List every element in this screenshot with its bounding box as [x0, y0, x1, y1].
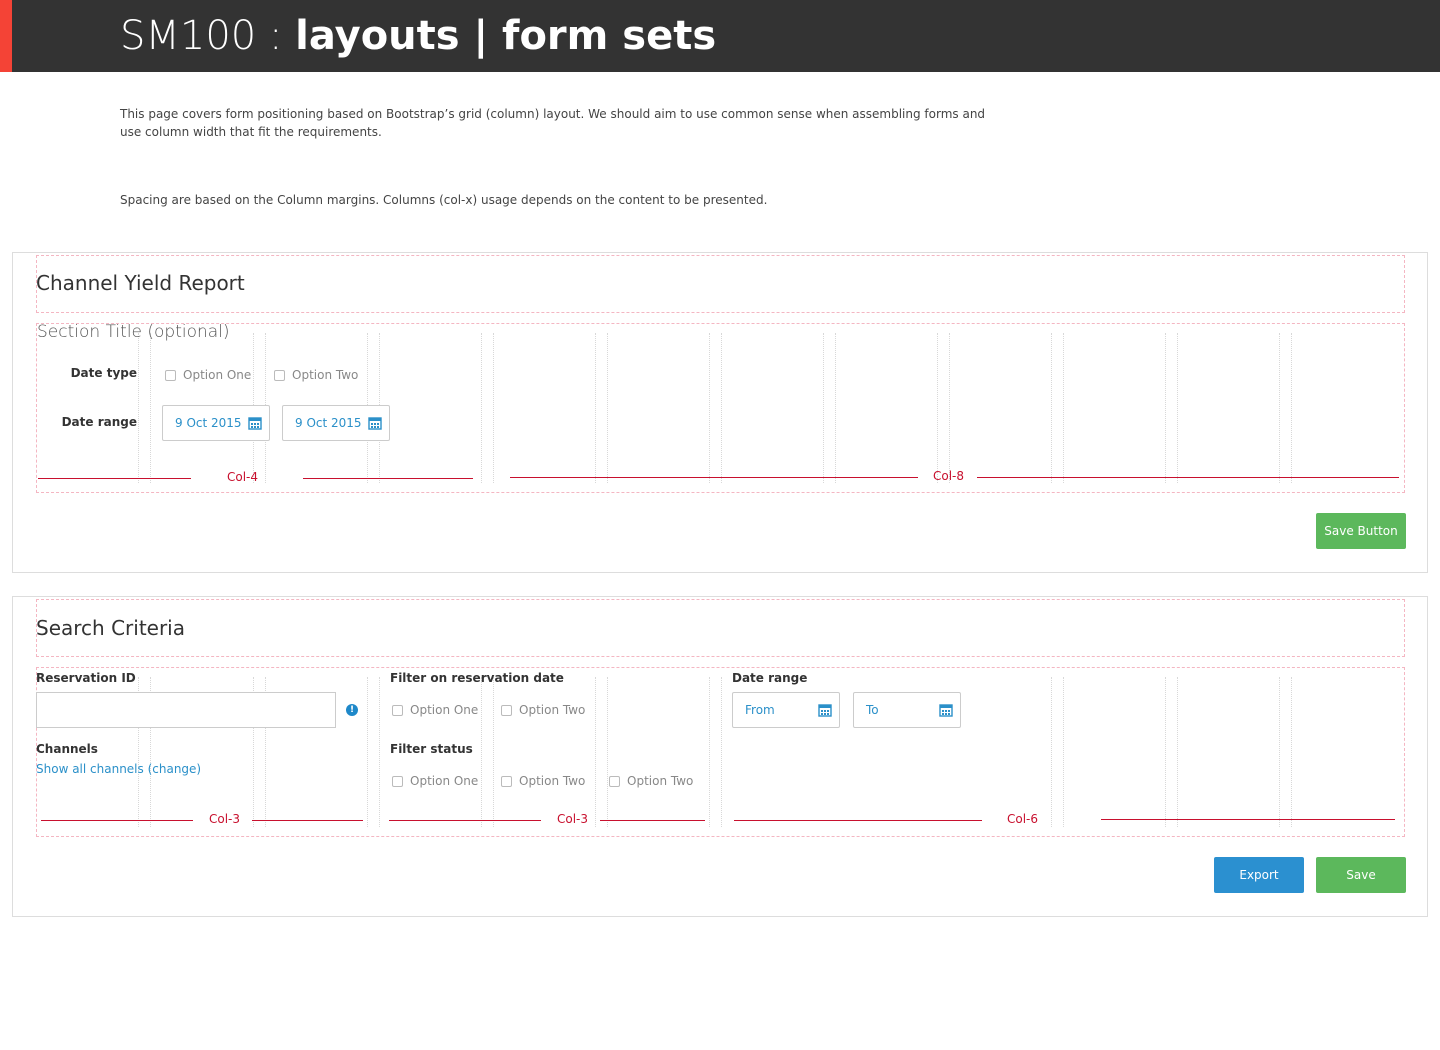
col-4-label: Col-4 — [227, 470, 259, 484]
date-range-label: Date range — [732, 671, 808, 685]
page-title-prefix: SM100 : — [120, 13, 296, 59]
checkbox[interactable] — [392, 704, 403, 716]
date-from-field[interactable]: 9 Oct 2015 — [162, 405, 270, 441]
col-3-guide-line-left — [41, 820, 193, 821]
date-range-label: Date range — [61, 415, 137, 429]
date-type-option-two[interactable]: Option Two — [274, 368, 358, 382]
date-type-label: Date type — [70, 366, 137, 380]
col-6-label: Col-6 — [1007, 812, 1039, 826]
export-button[interactable]: Export — [1214, 857, 1304, 893]
save-button[interactable]: Save — [1316, 857, 1406, 893]
col-8-label: Col-8 — [933, 469, 965, 483]
col-3b-guide-line-right — [600, 820, 705, 821]
intro-paragraph-1: This page covers form positioning based … — [120, 107, 986, 139]
date-from-field[interactable]: From — [732, 692, 840, 728]
show-all-channels-link[interactable]: Show all channels (change) — [36, 762, 201, 776]
date-to-value: 9 Oct 2015 — [295, 416, 362, 430]
col-3-label-second: Col-3 — [557, 812, 589, 826]
calendar-icon[interactable] — [248, 416, 262, 430]
checkbox[interactable] — [392, 775, 403, 787]
section-title: Section Title (optional) — [37, 322, 230, 342]
col-8-guide-line-right — [977, 477, 1399, 478]
col-3b-guide-line-left — [389, 820, 541, 821]
page-title: SM100 : layouts | form sets — [120, 10, 716, 62]
col-4-guide-line-right — [303, 478, 473, 479]
filter-status-option-three[interactable]: Option Two — [609, 774, 693, 788]
calendar-icon[interactable] — [368, 416, 382, 430]
col-4-guide-line-left — [38, 478, 191, 479]
calendar-icon[interactable] — [818, 703, 832, 717]
date-type-option-one[interactable]: Option One — [165, 368, 251, 382]
date-from-placeholder: From — [745, 703, 775, 717]
col-3-guide-line-right — [252, 820, 363, 821]
date-to-field[interactable]: To — [853, 692, 961, 728]
save-button[interactable]: Save Button — [1316, 513, 1406, 549]
header-accent-bar — [0, 0, 12, 72]
checkbox[interactable] — [609, 775, 620, 787]
col-6-guide-line-left — [734, 820, 982, 821]
card-title: Channel Yield Report — [36, 271, 245, 295]
page-title-main: layouts | form sets — [295, 13, 717, 59]
title-row-guide — [36, 599, 1405, 657]
filter-date-option-two[interactable]: Option Two — [501, 703, 585, 717]
date-to-field[interactable]: 9 Oct 2015 — [282, 405, 390, 441]
search-criteria-card: Search Criteria Reservation ID ! Channel… — [12, 596, 1428, 917]
reservation-id-input[interactable] — [36, 692, 336, 728]
checkbox[interactable] — [501, 775, 512, 787]
calendar-icon[interactable] — [939, 703, 953, 717]
page-header: SM100 : layouts | form sets — [0, 0, 1440, 72]
reservation-id-label: Reservation ID — [36, 671, 136, 685]
date-to-placeholder: To — [866, 703, 879, 717]
intro-paragraph-2: Spacing are based on the Column margins.… — [120, 193, 768, 207]
checkbox[interactable] — [165, 369, 176, 381]
filter-status-option-two[interactable]: Option Two — [501, 774, 585, 788]
checkbox[interactable] — [501, 704, 512, 716]
col-6-guide-line-right — [1101, 819, 1395, 820]
col-3-label-first: Col-3 — [209, 812, 241, 826]
channels-label: Channels — [36, 742, 98, 756]
filter-status-option-one[interactable]: Option One — [392, 774, 478, 788]
card-title: Search Criteria — [36, 616, 185, 640]
info-icon[interactable]: ! — [346, 704, 358, 716]
date-from-value: 9 Oct 2015 — [175, 416, 242, 430]
filter-status-label: Filter status — [390, 742, 473, 756]
col-8-guide-line-left — [510, 477, 918, 478]
filter-reservation-date-label: Filter on reservation date — [390, 671, 564, 685]
filter-date-option-one[interactable]: Option One — [392, 703, 478, 717]
checkbox[interactable] — [274, 369, 285, 381]
channel-yield-report-card: Channel Yield Report Section Title (opti… — [12, 252, 1428, 573]
